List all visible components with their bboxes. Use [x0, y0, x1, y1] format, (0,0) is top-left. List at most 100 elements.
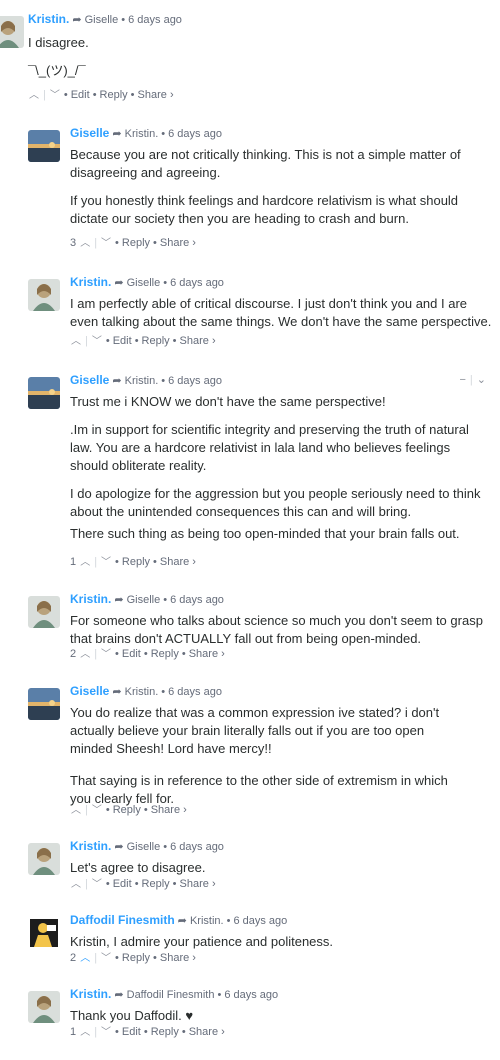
reply-arrow-icon: ➦	[112, 686, 122, 698]
comment: Kristin. ➦ Giselle • 6 days ago I am perfec…	[0, 275, 500, 355]
share-button[interactable]: Share ›	[180, 335, 216, 347]
upvote-icon[interactable]: ︿	[79, 237, 91, 251]
downvote-icon[interactable]: ﹀	[49, 89, 61, 103]
share-button[interactable]: Share ›	[180, 878, 216, 890]
reply-to-name[interactable]: Giselle	[85, 14, 119, 26]
avatar-kristin[interactable]	[28, 279, 60, 311]
timestamp[interactable]: 6 days ago	[168, 128, 222, 140]
downvote-icon[interactable]: ﹀	[100, 237, 112, 251]
edit-button[interactable]: Edit	[113, 878, 132, 890]
reply-to-name[interactable]: Kristin.	[125, 128, 159, 140]
comment-paragraph: There such thing as being too open-minde…	[70, 526, 460, 541]
reply-button[interactable]: Reply	[100, 89, 128, 101]
reply-to-name[interactable]: Giselle	[127, 277, 161, 289]
upvote-icon[interactable]: ︿	[79, 556, 91, 570]
avatar-giselle[interactable]	[28, 688, 60, 720]
comment-body: Because you are not critically thinking.…	[70, 146, 492, 228]
comment-footer: ︿ | ﹀ • Edit • Reply • Share ›	[28, 89, 174, 103]
downvote-icon[interactable]: ﹀	[100, 952, 112, 966]
avatar-giselle[interactable]	[28, 377, 60, 409]
edit-button[interactable]: Edit	[113, 335, 132, 347]
reply-button[interactable]: Reply	[142, 335, 170, 347]
chevron-down-icon[interactable]: ⌄	[477, 374, 486, 386]
downvote-icon[interactable]: ﹀	[100, 648, 112, 662]
share-button[interactable]: Share ›	[138, 89, 174, 101]
share-button[interactable]: Share ›	[160, 237, 196, 249]
downvote-icon[interactable]: ﹀	[91, 804, 103, 818]
author-name[interactable]: Giselle	[70, 684, 109, 698]
upvote-icon[interactable]: ︿	[79, 952, 91, 966]
downvote-icon[interactable]: ﹀	[91, 878, 103, 892]
reply-button[interactable]: Reply	[122, 556, 150, 568]
author-name[interactable]: Daffodil Finesmith	[70, 913, 175, 927]
comment-menu: − | ⌄	[459, 374, 486, 386]
comment: Giselle ➦ Kristin. • 6 days ago − | ⌄ Trust m…	[0, 373, 500, 573]
reply-arrow-icon: ➦	[114, 989, 124, 1001]
comment-header: Giselle ➦ Kristin. • 6 days ago	[70, 373, 222, 387]
comment-footer: ︿ | ﹀ • Edit • Reply • Share ›	[70, 335, 216, 349]
downvote-icon[interactable]: ﹀	[100, 1026, 112, 1040]
timestamp[interactable]: 6 days ago	[128, 14, 182, 26]
share-button[interactable]: Share ›	[189, 1026, 225, 1038]
reply-button[interactable]: Reply	[142, 878, 170, 890]
timestamp[interactable]: 6 days ago	[168, 375, 222, 387]
reply-button[interactable]: Reply	[113, 804, 141, 816]
downvote-icon[interactable]: ﹀	[100, 556, 112, 570]
share-button[interactable]: Share ›	[160, 952, 196, 964]
reply-arrow-icon: ➦	[112, 128, 122, 140]
reply-to-name[interactable]: Kristin.	[125, 686, 159, 698]
reply-arrow-icon: ➦	[114, 277, 124, 289]
avatar-kristin[interactable]	[28, 991, 60, 1023]
author-name[interactable]: Kristin.	[70, 987, 111, 1001]
share-button[interactable]: Share ›	[160, 556, 196, 568]
author-name[interactable]: Giselle	[70, 373, 109, 387]
reply-to-name[interactable]: Daffodil Finesmith	[127, 989, 215, 1001]
author-name[interactable]: Kristin.	[70, 592, 111, 606]
comment-paragraph: For someone who talks about science so m…	[70, 613, 483, 646]
comment-paragraph: Trust me i KNOW we don't have the same p…	[70, 394, 386, 409]
comment-paragraph: .Im in support for scientific integrity …	[70, 422, 469, 473]
reply-arrow-icon: ➦	[72, 14, 82, 26]
author-name[interactable]: Giselle	[70, 126, 109, 140]
reply-to-name[interactable]: Kristin.	[190, 915, 224, 927]
collapse-minus-icon[interactable]: −	[459, 374, 465, 386]
author-name[interactable]: Kristin.	[28, 12, 69, 26]
upvote-icon[interactable]: ︿	[79, 648, 91, 662]
reply-button[interactable]: Reply	[151, 648, 179, 660]
reply-to-name[interactable]: Kristin.	[125, 375, 159, 387]
timestamp[interactable]: 6 days ago	[170, 841, 224, 853]
share-button[interactable]: Share ›	[151, 804, 187, 816]
upvote-icon[interactable]: ︿	[70, 804, 82, 818]
reply-to-name[interactable]: Giselle	[127, 594, 161, 606]
timestamp[interactable]: 6 days ago	[170, 594, 224, 606]
reply-arrow-icon: ➦	[114, 841, 124, 853]
reply-to-name[interactable]: Giselle	[127, 841, 161, 853]
timestamp[interactable]: 6 days ago	[170, 277, 224, 289]
upvote-icon[interactable]: ︿	[79, 1026, 91, 1040]
timestamp[interactable]: 6 days ago	[233, 915, 287, 927]
comment-footer: 1 ︿ | ﹀ • Edit • Reply • Share ›	[70, 1026, 225, 1040]
edit-button[interactable]: Edit	[122, 648, 141, 660]
avatar-kristin[interactable]	[28, 843, 60, 875]
avatar-daffodil[interactable]	[28, 917, 60, 949]
edit-button[interactable]: Edit	[71, 89, 90, 101]
comment-body: Let's agree to disagree.	[70, 859, 492, 877]
share-button[interactable]: Share ›	[189, 648, 225, 660]
author-name[interactable]: Kristin.	[70, 839, 111, 853]
edit-button[interactable]: Edit	[122, 1026, 141, 1038]
upvote-icon[interactable]: ︿	[70, 335, 82, 349]
avatar-giselle[interactable]	[28, 130, 60, 162]
avatar-kristin[interactable]	[0, 16, 24, 48]
comment-body: I disagree. ¯\_(ツ)_/¯	[28, 34, 492, 80]
timestamp[interactable]: 6 days ago	[168, 686, 222, 698]
avatar-kristin[interactable]	[28, 596, 60, 628]
author-name[interactable]: Kristin.	[70, 275, 111, 289]
downvote-icon[interactable]: ﹀	[91, 335, 103, 349]
timestamp[interactable]: 6 days ago	[224, 989, 278, 1001]
reply-button[interactable]: Reply	[122, 952, 150, 964]
upvote-icon[interactable]: ︿	[70, 878, 82, 892]
reply-button[interactable]: Reply	[122, 237, 150, 249]
reply-button[interactable]: Reply	[151, 1026, 179, 1038]
comment-paragraph: You do realize that was a common express…	[70, 705, 440, 756]
upvote-icon[interactable]: ︿	[28, 89, 40, 103]
